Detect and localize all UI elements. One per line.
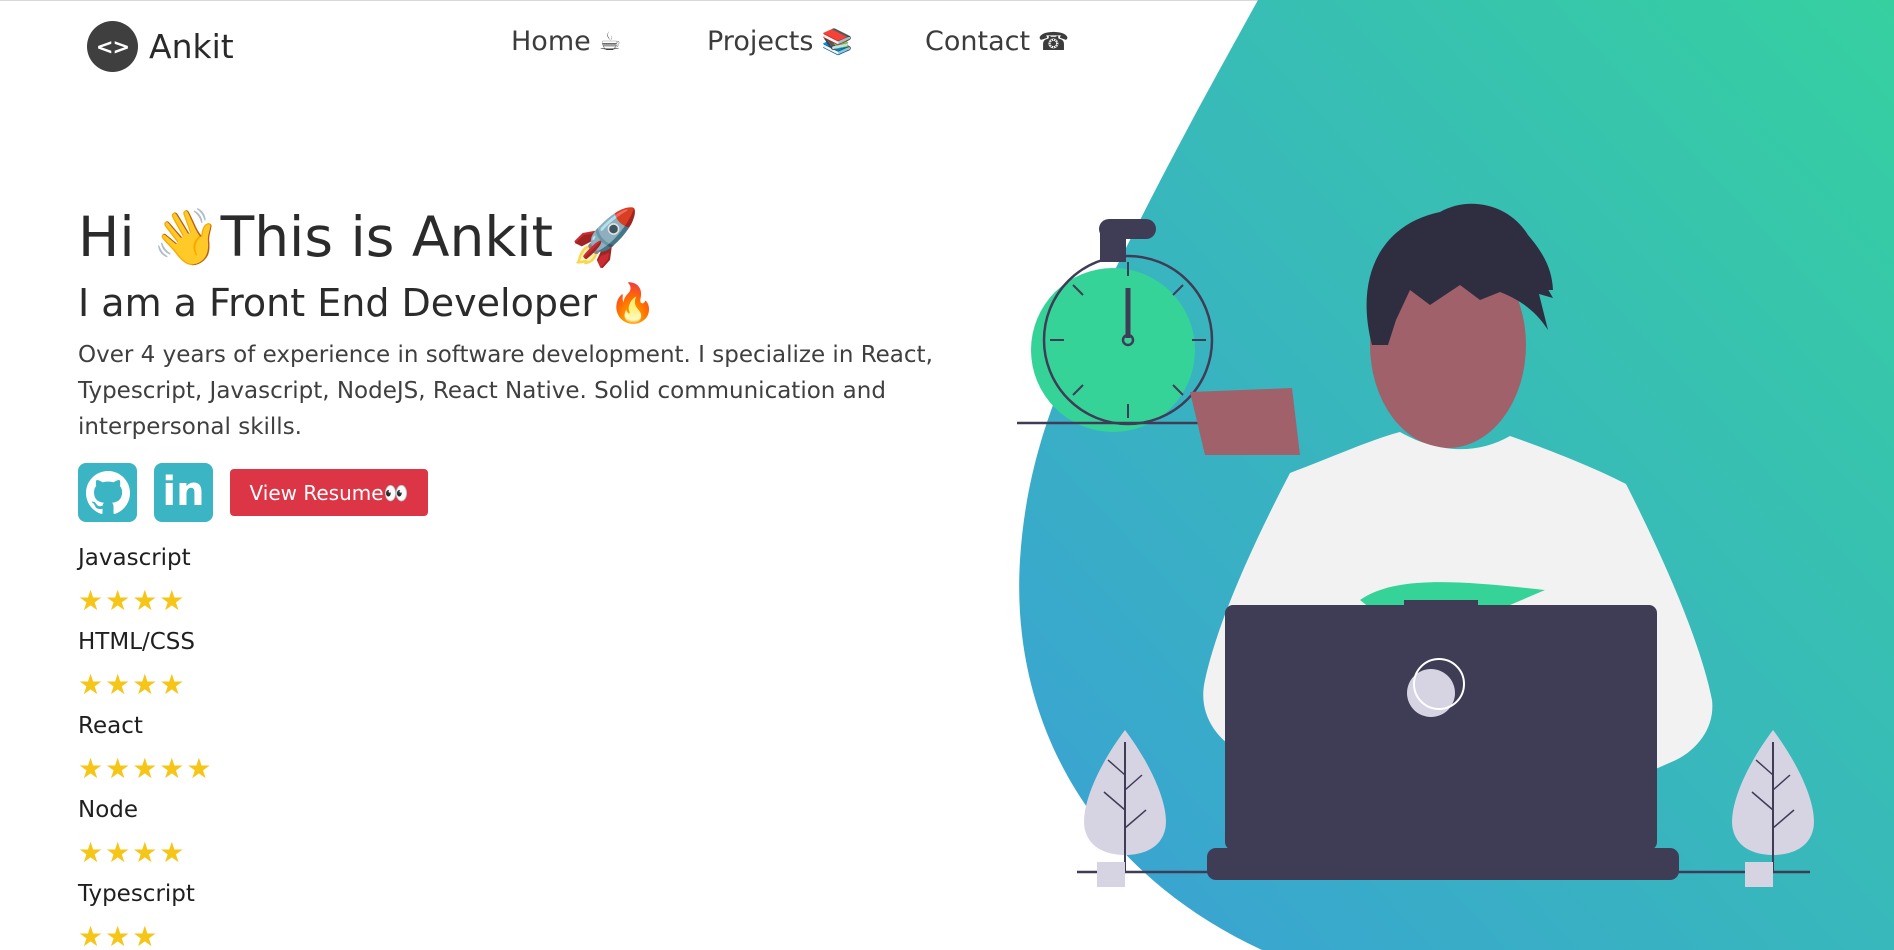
skill-name: HTML/CSS	[78, 629, 196, 655]
skill-rating: ★★★★★	[78, 752, 214, 785]
nav-contact-link[interactable]: Contact ☎	[925, 26, 1069, 57]
plant-icon	[1732, 730, 1814, 887]
telephone-icon: ☎	[1038, 27, 1070, 56]
books-icon: 📚	[821, 26, 853, 56]
skill-rating: ★★★★	[78, 668, 187, 701]
skill-rating: ★★★	[78, 920, 160, 950]
top-divider	[0, 0, 1894, 1]
logo-link[interactable]: <> Ankit	[87, 21, 234, 72]
view-resume-button[interactable]: View Resume👀	[230, 469, 428, 516]
linkedin-button[interactable]: in	[154, 463, 213, 522]
skill-name: React	[78, 713, 143, 739]
github-icon	[85, 470, 130, 514]
github-button[interactable]	[78, 463, 137, 522]
nav-projects-label: Projects	[707, 26, 814, 57]
logo-text: Ankit	[149, 27, 234, 66]
hero-subtitle: I am a Front End Developer 🔥	[78, 281, 657, 325]
nav-contact-label: Contact	[925, 26, 1031, 57]
person-figure	[1190, 203, 1713, 775]
skill-name: Typescript	[78, 881, 195, 907]
hero-title: Hi 👋This is Ankit 🚀	[78, 205, 640, 269]
hero-description: Over 4 years of experience in software d…	[78, 342, 933, 440]
nav-projects-link[interactable]: Projects 📚	[707, 26, 853, 57]
skill-rating: ★★★★	[78, 584, 187, 617]
code-icon: <>	[87, 21, 138, 72]
plant-icon	[1084, 730, 1166, 887]
skill-name: Javascript	[78, 545, 191, 571]
gradient-blob	[1019, 0, 1894, 950]
laptop-icon	[1207, 605, 1679, 880]
stopwatch-icon	[1017, 219, 1243, 432]
skill-rating: ★★★★	[78, 836, 187, 869]
coffee-icon: ☕	[598, 27, 622, 56]
nav-home-label: Home	[511, 26, 591, 57]
linkedin-icon: in	[162, 468, 205, 515]
skill-name: Node	[78, 797, 139, 823]
nav-home-link[interactable]: Home ☕	[511, 26, 621, 57]
